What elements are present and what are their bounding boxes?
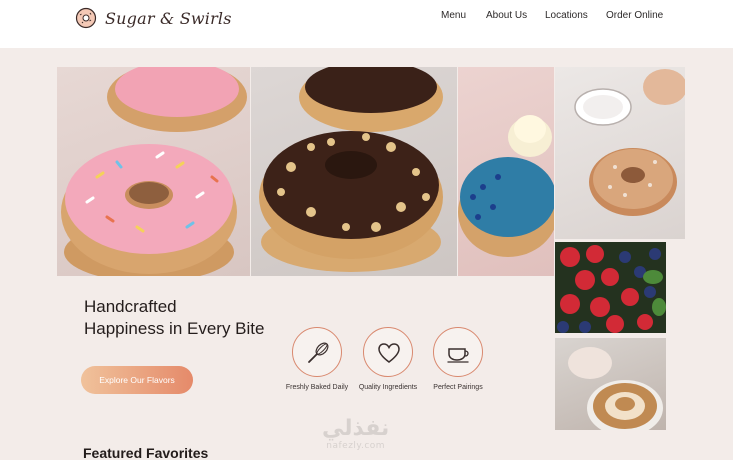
feature-quality-ingredients: Quality Ingredients [348,327,428,391]
site-header: Sugar & Swirls Menu About Us Locations O… [0,0,733,48]
feature-perfect-pairings: Perfect Pairings [418,327,498,391]
hero-title-line-2: Happiness in Every Bite [84,319,265,338]
feature-label: Freshly Baked Daily [285,384,349,391]
heart-icon [378,343,400,363]
feature-circle [433,327,483,377]
nav-order-online[interactable]: Order Online [606,10,663,21]
hero-title: Handcrafted Happiness in Every Bite [84,296,284,340]
watermark-arabic: نفذلي [322,416,390,441]
feature-circle [363,327,413,377]
gallery-photo-blue-donut [458,67,554,276]
gallery-photo-chocolate-donut [251,67,457,276]
feature-circle [292,327,342,377]
main-nav: Menu About Us Locations Order Online [0,10,733,24]
hero-title-line-1: Handcrafted [84,297,177,316]
feature-label: Perfect Pairings [433,384,483,391]
nav-menu[interactable]: Menu [441,10,466,21]
nav-about-us[interactable]: About Us [486,10,527,21]
gallery-photo-latte [555,338,666,430]
watermark-latin: nafezly.com [326,441,386,451]
feature-label: Quality Ingredients [358,384,418,391]
nav-locations[interactable]: Locations [545,10,588,21]
coffee-cup-icon [447,348,469,363]
whisk-icon [308,342,329,363]
watermark: نفذلي nafezly.com [322,416,390,452]
featured-favorites-heading: Featured Favorites [83,445,209,460]
explore-flavors-button[interactable]: Explore Our Flavors [81,366,193,394]
feature-freshly-baked: Freshly Baked Daily [277,327,357,391]
gallery-photo-pink-donut [57,67,250,276]
gallery-photo-berries [555,242,666,333]
gallery-photo-sugar-donut [555,67,685,239]
